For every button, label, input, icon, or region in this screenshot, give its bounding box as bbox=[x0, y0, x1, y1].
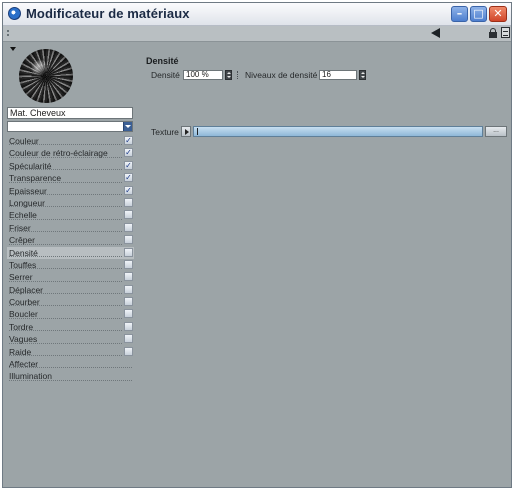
channel-checkbox[interactable] bbox=[124, 334, 133, 344]
channel-label: Déplacer bbox=[9, 284, 44, 295]
channel-checkbox[interactable] bbox=[124, 235, 133, 245]
channel-item[interactable]: Courber bbox=[7, 296, 134, 308]
channel-checkbox[interactable]: ✓ bbox=[124, 148, 133, 158]
channel-checkbox[interactable]: ✓ bbox=[124, 136, 133, 145]
channel-checkbox[interactable]: ✓ bbox=[124, 173, 133, 183]
channel-checkbox[interactable] bbox=[124, 297, 133, 307]
channel-item[interactable]: Touffes bbox=[7, 259, 134, 271]
channel-label: Spécularité bbox=[9, 160, 52, 171]
density-label: Densité bbox=[151, 70, 180, 80]
app-icon bbox=[8, 7, 21, 20]
channel-item[interactable]: Illumination bbox=[7, 370, 134, 382]
material-name-field[interactable]: Mat. Cheveux bbox=[7, 107, 133, 119]
channel-label: Epaisseur bbox=[9, 185, 47, 196]
menu-icon[interactable] bbox=[501, 27, 510, 38]
maximize-button[interactable]: □ bbox=[470, 6, 487, 22]
density-levels-input[interactable]: 16 bbox=[319, 70, 357, 80]
channel-checkbox[interactable] bbox=[124, 210, 133, 220]
texture-menu-button[interactable] bbox=[181, 126, 191, 137]
texture-label: Texture bbox=[151, 127, 179, 137]
channel-checkbox[interactable] bbox=[124, 321, 133, 331]
channel-item[interactable]: Déplacer bbox=[7, 284, 134, 296]
channel-label: Friser bbox=[9, 222, 31, 233]
density-stepper[interactable] bbox=[225, 70, 232, 80]
channel-checkbox[interactable] bbox=[124, 197, 133, 207]
channel-label: Boucler bbox=[9, 309, 38, 320]
channel-select[interactable] bbox=[7, 121, 133, 132]
panel-title: Densité bbox=[146, 56, 179, 66]
grip-icon[interactable] bbox=[7, 30, 14, 36]
channel-item[interactable]: Friser bbox=[7, 222, 134, 234]
channel-label: Transparence bbox=[9, 173, 62, 184]
browse-button[interactable]: ... bbox=[485, 126, 507, 137]
channel-label: Courber bbox=[9, 297, 40, 308]
channel-label: Illumination bbox=[9, 371, 52, 382]
channel-list: Couleur ✓ Couleur de rétro-éclairage ✓ Spécu… bbox=[7, 135, 134, 383]
channel-label: Vagues bbox=[9, 334, 38, 345]
separator bbox=[237, 71, 240, 79]
channel-item[interactable]: Serrer bbox=[7, 271, 134, 283]
channel-item[interactable]: Affecter bbox=[7, 358, 134, 370]
channel-checkbox[interactable] bbox=[124, 284, 133, 294]
channel-label: Raide bbox=[9, 346, 32, 357]
channel-label: Affecter bbox=[9, 359, 39, 370]
channel-checkbox[interactable] bbox=[124, 259, 133, 269]
content-area: Mat. Cheveux Couleur ✓ Couleur de rétro-éc… bbox=[3, 42, 511, 487]
material-preview-sphere[interactable] bbox=[19, 49, 73, 103]
channel-item[interactable]: Echelle bbox=[7, 209, 134, 221]
channel-item[interactable]: Boucler bbox=[7, 308, 134, 320]
channel-checkbox[interactable] bbox=[124, 309, 133, 319]
texture-field[interactable] bbox=[193, 126, 483, 137]
close-button[interactable]: ✕ bbox=[489, 6, 507, 22]
channel-item[interactable]: Spécularité ✓ bbox=[7, 160, 134, 172]
material-preview-area bbox=[7, 44, 133, 104]
channel-item[interactable]: Raide bbox=[7, 346, 134, 358]
channel-label: Echelle bbox=[9, 210, 37, 221]
lock-icon[interactable] bbox=[489, 28, 497, 38]
channel-label: Tordre bbox=[9, 321, 34, 332]
channel-label: Couleur de rétro-éclairage bbox=[9, 148, 108, 159]
material-modifier-window: Modificateur de matériaux – □ ✕ Mat. Che… bbox=[2, 2, 512, 488]
channel-item[interactable]: Tordre bbox=[7, 321, 134, 333]
density-levels-stepper[interactable] bbox=[359, 70, 366, 80]
channel-item[interactable]: Couleur de rétro-éclairage ✓ bbox=[7, 147, 134, 159]
title-bar[interactable]: Modificateur de matériaux – □ ✕ bbox=[3, 3, 511, 26]
channel-checkbox[interactable]: ✓ bbox=[124, 185, 133, 195]
channel-label: Touffes bbox=[9, 259, 37, 270]
channel-item[interactable]: Crêper bbox=[7, 234, 134, 246]
channel-label: Serrer bbox=[9, 272, 33, 283]
channel-item[interactable]: Densité bbox=[7, 246, 134, 259]
channel-checkbox[interactable] bbox=[124, 346, 133, 356]
channel-label: Couleur bbox=[9, 136, 39, 146]
density-levels-label: Niveaux de densité bbox=[245, 70, 318, 80]
channel-checkbox[interactable] bbox=[124, 247, 133, 257]
channel-checkbox[interactable]: ✓ bbox=[124, 160, 133, 170]
channel-label: Densité bbox=[9, 247, 38, 258]
channel-checkbox[interactable] bbox=[124, 272, 133, 282]
channel-item[interactable]: Transparence ✓ bbox=[7, 172, 134, 184]
density-input[interactable]: 100 % bbox=[183, 70, 223, 80]
channel-item[interactable]: Couleur ✓ bbox=[7, 135, 134, 147]
back-arrow-icon[interactable] bbox=[431, 28, 440, 38]
window-title: Modificateur de matériaux bbox=[26, 6, 190, 21]
toolbar bbox=[3, 26, 511, 42]
chevron-down-icon[interactable] bbox=[123, 122, 132, 131]
minimize-button[interactable]: – bbox=[451, 6, 468, 22]
channel-item[interactable]: Vagues bbox=[7, 333, 134, 345]
channel-label: Longueur bbox=[9, 197, 45, 208]
channel-item[interactable]: Longueur bbox=[7, 197, 134, 209]
channel-item[interactable]: Epaisseur ✓ bbox=[7, 185, 134, 197]
channel-checkbox[interactable] bbox=[124, 222, 133, 232]
preview-menu-arrow-icon[interactable] bbox=[10, 47, 16, 51]
channel-label: Crêper bbox=[9, 235, 35, 246]
